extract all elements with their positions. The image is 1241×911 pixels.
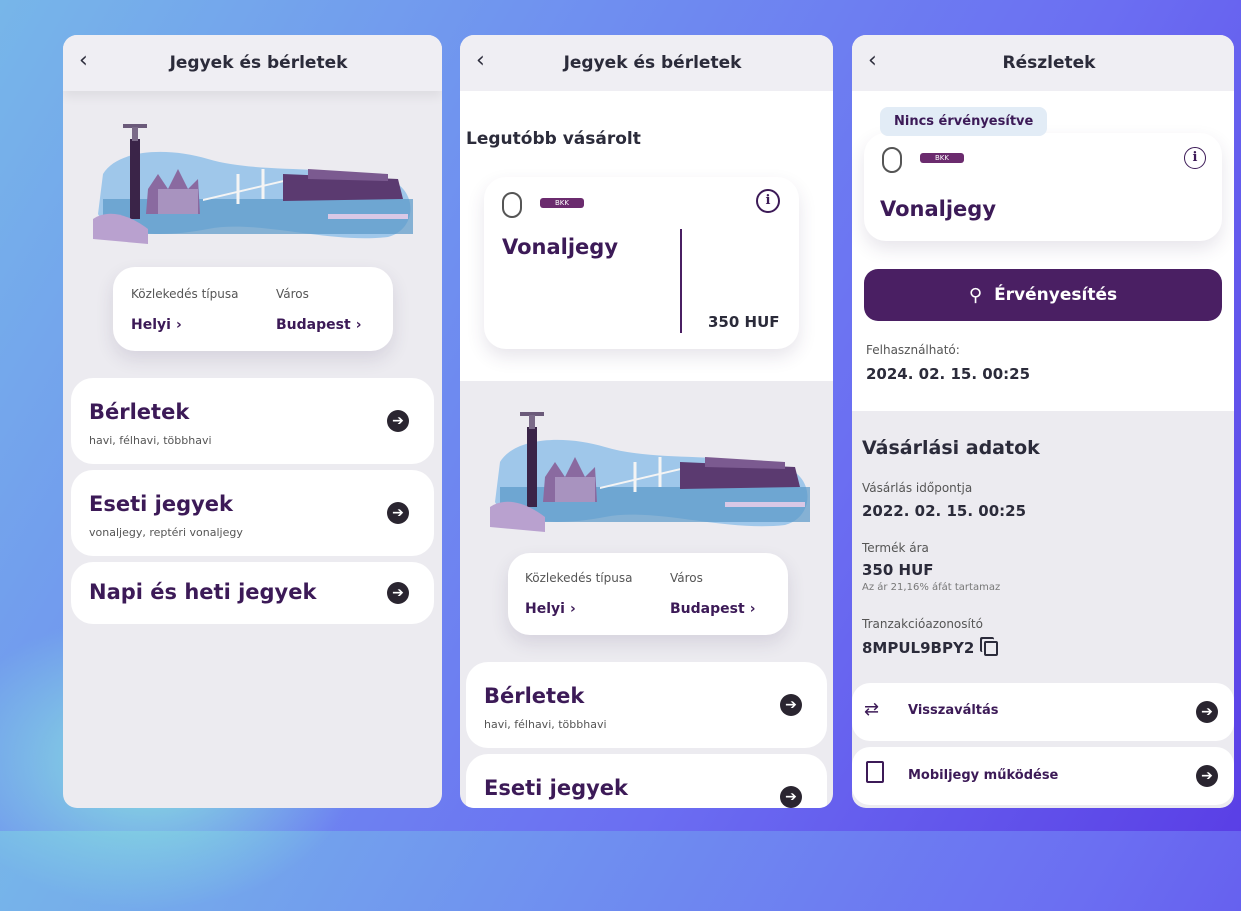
budapest-illustration	[490, 412, 810, 532]
ticket-name: Vonaljegy	[502, 235, 619, 259]
header: ‹ Részletek	[852, 35, 1234, 91]
arrow-right-circle-icon: ➔	[780, 786, 802, 808]
purchase-time-label: Vásárlás időpontja	[862, 481, 973, 495]
refund-row[interactable]: ⇄ Visszaváltás ➔	[852, 683, 1234, 741]
arrow-right-circle-icon: ➔	[387, 410, 409, 432]
mobile-ticket-label: Mobiljegy működése	[908, 768, 1059, 783]
city-label: Város	[670, 571, 703, 585]
transport-type-selector[interactable]: Helyi ›	[525, 598, 576, 617]
header: ‹ Jegyek és bérletek	[460, 35, 833, 91]
copy-icon[interactable]	[984, 640, 999, 656]
city-value: Budapest	[670, 601, 745, 617]
back-chevron-icon[interactable]: ‹	[868, 48, 877, 73]
city-selector[interactable]: Budapest ›	[670, 598, 756, 617]
refund-label: Visszaváltás	[908, 703, 999, 718]
ticket-name: Vonaljegy	[880, 197, 997, 221]
arrow-right-circle-icon: ➔	[1196, 701, 1218, 723]
info-icon[interactable]: i	[1184, 147, 1206, 169]
back-chevron-icon[interactable]: ‹	[79, 48, 88, 73]
transport-selector-card: Közlekedés típusa Helyi › Város Budapest…	[113, 267, 393, 351]
arrow-right-circle-icon: ➔	[780, 694, 802, 716]
phone-icon	[882, 147, 902, 173]
tickets-panel-2: ‹ Jegyek és bérletek Legutóbb vásárolt B…	[460, 35, 833, 808]
transaction-label: Tranzakcióazonosító	[862, 617, 983, 631]
menu-item-subtitle: havi, félhavi, többhavi	[89, 434, 212, 447]
price-value: 350 HUF	[862, 561, 934, 579]
usable-label: Felhasználható:	[866, 343, 960, 357]
phone-icon	[502, 192, 522, 218]
city-label: Város	[276, 287, 309, 301]
mobile-ticket-info-row[interactable]: Mobiljegy működése ➔	[852, 747, 1234, 805]
transport-type-value: Helyi	[525, 601, 565, 617]
budapest-illustration	[93, 124, 413, 244]
validate-button-label: Érvényesítés	[994, 285, 1118, 305]
menu-item-title: Eseti jegyek	[484, 776, 629, 800]
chevron-right-icon: ›	[749, 601, 756, 617]
validate-button[interactable]: ⚲ Érvényesítés	[864, 269, 1222, 321]
arrow-right-circle-icon: ➔	[387, 582, 409, 604]
inspector-icon: ⚲	[968, 284, 983, 306]
transaction-value: 8MPUL9BPY2	[862, 639, 975, 657]
city-selector[interactable]: Budapest ›	[276, 314, 362, 333]
transaction-row: 8MPUL9BPY2	[862, 639, 999, 657]
transport-type-label: Közlekedés típusa	[131, 287, 239, 301]
arrow-right-circle-icon: ➔	[1196, 765, 1218, 787]
status-badge: Nincs érvényesítve	[880, 107, 1048, 136]
menu-item-berletek[interactable]: Bérletek havi, félhavi, többhavi ➔	[71, 378, 434, 464]
menu-item-title: Napi és heti jegyek	[89, 580, 317, 604]
bkk-logo: BKK	[540, 198, 584, 208]
ticket-card[interactable]: BKK i Vonaljegy 350 HUF	[484, 177, 799, 349]
menu-item-eseti-jegyek[interactable]: Eseti jegyek vonaljegy, reptéri vonaljeg…	[71, 470, 434, 556]
back-chevron-icon[interactable]: ‹	[476, 48, 485, 73]
transport-selector-card: Közlekedés típusa Helyi › Város Budapest…	[508, 553, 788, 635]
chevron-right-icon: ›	[176, 317, 182, 333]
purchase-heading: Vásárlási adatok	[862, 437, 1040, 459]
chevron-right-icon: ›	[570, 601, 576, 617]
phone-icon	[866, 761, 884, 783]
usable-value: 2024. 02. 15. 00:25	[866, 365, 1031, 383]
info-icon[interactable]: i	[756, 189, 780, 213]
recent-heading: Legutóbb vásárolt	[466, 129, 641, 149]
purchase-time-value: 2022. 02. 15. 00:25	[862, 502, 1027, 520]
transport-type-label: Közlekedés típusa	[525, 571, 633, 585]
exchange-icon: ⇄	[864, 699, 880, 720]
chevron-right-icon: ›	[355, 317, 362, 333]
menu-item-title: Bérletek	[89, 400, 190, 424]
transport-type-selector[interactable]: Helyi ›	[131, 314, 182, 333]
ticket-price: 350 HUF	[708, 313, 780, 331]
ticket-card[interactable]: BKK i Vonaljegy	[864, 133, 1222, 241]
menu-item-eseti-jegyek[interactable]: Eseti jegyek ➔	[466, 754, 827, 808]
page-title: Jegyek és bérletek	[169, 53, 348, 73]
price-note: Az ár 21,16% áfát tartamaz	[862, 582, 1001, 593]
header: ‹ Jegyek és bérletek	[63, 35, 442, 91]
menu-item-subtitle: havi, félhavi, többhavi	[484, 718, 607, 731]
bkk-logo: BKK	[920, 153, 964, 163]
transport-type-value: Helyi	[131, 317, 171, 333]
arrow-right-circle-icon: ➔	[387, 502, 409, 524]
page-title: Jegyek és bérletek	[563, 53, 742, 73]
menu-item-title: Eseti jegyek	[89, 492, 234, 516]
menu-item-berletek[interactable]: Bérletek havi, félhavi, többhavi ➔	[466, 662, 827, 748]
menu-item-title: Bérletek	[484, 684, 585, 708]
menu-item-napi-heti[interactable]: Napi és heti jegyek ➔	[71, 562, 434, 624]
divider	[680, 229, 682, 333]
menu-item-subtitle: vonaljegy, reptéri vonaljegy	[89, 526, 243, 539]
details-panel: ‹ Részletek BKK i Vonaljegy Nincs érvény…	[852, 35, 1234, 808]
city-value: Budapest	[276, 317, 351, 333]
price-label: Termék ára	[862, 541, 929, 555]
tickets-panel-1: ‹ Jegyek és bérletek Közlekedés típusa H…	[63, 35, 442, 808]
page-title: Részletek	[1002, 53, 1096, 73]
